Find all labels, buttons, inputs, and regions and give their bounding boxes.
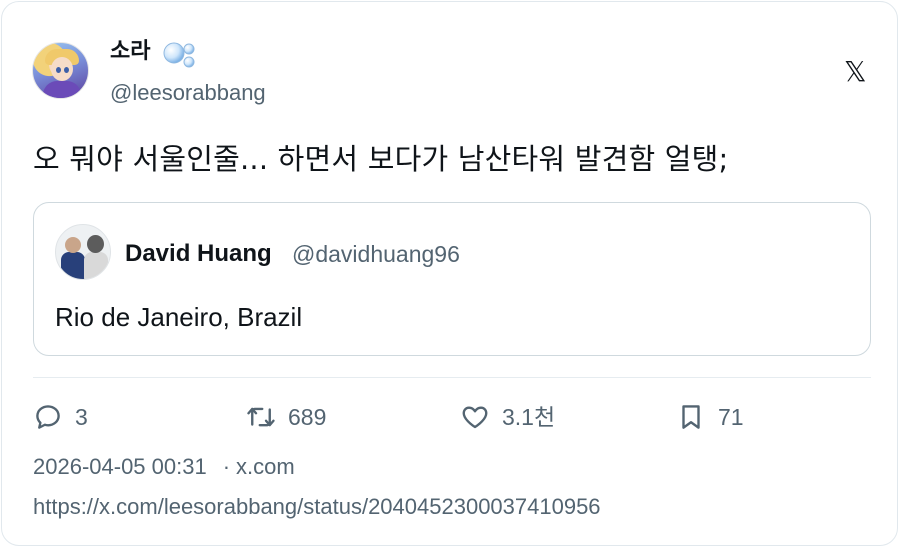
quoted-author-avatar[interactable] [55, 224, 111, 280]
timestamp[interactable]: 2026-04-05 00:31 [33, 454, 207, 479]
reply-icon [36, 405, 60, 429]
heart-icon [462, 406, 488, 429]
divider [33, 377, 871, 378]
like-count: 3.1천 [502, 404, 556, 430]
author-display-name[interactable]: 소라 [110, 38, 150, 66]
retweet-button[interactable]: 689 [246, 402, 326, 432]
author-handle[interactable]: @leesorabbang [110, 79, 266, 107]
tweet-text: 오 뭐야 서울인줄... 하면서 보다가 남산타워 발견함 얼탱; [33, 142, 729, 176]
quoted-author-handle[interactable]: @davidhuang96 [292, 240, 460, 268]
source-label[interactable]: x.com [236, 454, 295, 479]
reply-count: 3 [75, 404, 88, 430]
quoted-tweet[interactable]: David Huang @davidhuang96 Rio de Janeiro… [33, 202, 871, 356]
bubbles-emoji-icon [163, 42, 195, 68]
tweet-meta: 2026-04-05 00:31 · x.com [33, 453, 295, 481]
retweet-icon [247, 407, 275, 427]
quoted-tweet-text: Rio de Janeiro, Brazil [55, 302, 303, 332]
reply-button[interactable]: 3 [33, 402, 88, 432]
tweet-card: 소라 @leesorabbang 𝕏 오 뭐야 서울인줄... 하면서 보다가 … [1, 1, 898, 546]
bookmark-icon [682, 405, 700, 429]
retweet-count: 689 [288, 404, 327, 430]
meta-separator: · [222, 454, 231, 479]
bookmark-count: 71 [718, 404, 744, 430]
tweet-url[interactable]: https://x.com/leesorabbang/status/204045… [33, 493, 601, 521]
author-avatar[interactable] [32, 42, 89, 99]
like-button[interactable]: 3.1천 [460, 402, 555, 432]
bookmark-button[interactable]: 71 [676, 402, 744, 432]
quoted-author-name[interactable]: David Huang [125, 240, 272, 268]
x-logo-icon[interactable]: 𝕏 [844, 57, 872, 87]
